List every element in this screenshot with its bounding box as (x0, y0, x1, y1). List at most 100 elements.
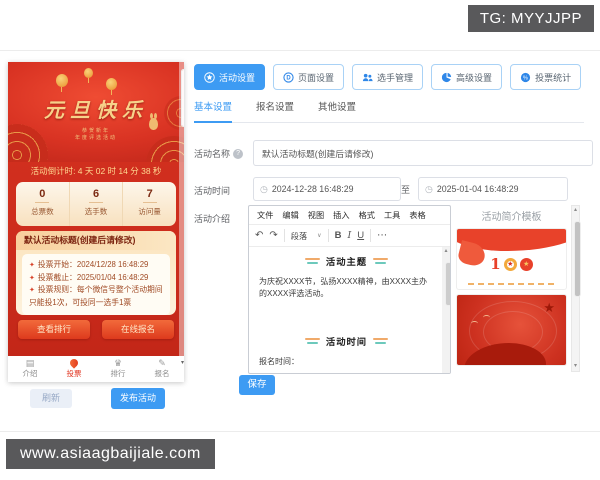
end-time-value: 2025-01-04 16:48:29 (436, 184, 519, 194)
menu-view[interactable]: 视图 (308, 209, 324, 221)
clock-icon: ◷ (260, 183, 268, 194)
more-tools-button[interactable]: ⋯ (377, 230, 387, 241)
nav-vote-label: 投票 (66, 369, 82, 379)
template-scrollbar-thumb[interactable] (575, 222, 580, 296)
sparkle-icon: ✦ (29, 262, 35, 269)
content-heading-time: 活动时间 (259, 334, 434, 348)
menu-tools[interactable]: 工具 (384, 209, 400, 221)
refresh-button[interactable]: 刷新 (30, 389, 72, 408)
editor-scrollbar-thumb[interactable] (445, 263, 450, 305)
vote-rule-label: 投票规则： (37, 285, 77, 295)
template-thumbnail-1[interactable]: 1 ★ ★ (457, 229, 566, 289)
advanced-settings-label: 高级设置 (456, 72, 493, 83)
menu-table[interactable]: 表格 (409, 209, 425, 221)
online-signup-button[interactable]: 在线报名 (102, 319, 174, 339)
nav-ranking[interactable]: ♛ 排行 (96, 358, 140, 378)
tab-basic-settings[interactable]: 基本设置 (194, 99, 233, 123)
top-divider (0, 50, 600, 51)
contestant-manage-button[interactable]: 选手管理 (352, 64, 424, 90)
publish-activity-button[interactable]: 发布活动 (111, 388, 165, 409)
rich-text-editor: 文件 编辑 视图 插入 格式 工具 表格 ↶ ↷ 段落 ∨ B I U ⋯ 活动主… (248, 205, 451, 374)
star-disc-icon: ★ (519, 257, 533, 271)
vote-statistics-label: 投票统计 (535, 72, 572, 83)
advanced-settings-button[interactable]: 高级设置 (431, 64, 503, 90)
toolbar-separator (327, 229, 329, 242)
page: TG: MYYJJPP www.asiaagbaijiale.com 元旦快乐 … (0, 0, 600, 480)
menu-edit[interactable]: 编辑 (282, 209, 298, 221)
bold-button[interactable]: B (335, 230, 342, 241)
preview-scrollbar[interactable] (179, 62, 184, 356)
vote-statistics-button[interactable]: % 投票统计 (510, 64, 582, 90)
stat-total-votes: 0 总票数 (16, 182, 69, 226)
page-settings-button[interactable]: D 页面设置 (273, 64, 345, 90)
stat-underline (89, 202, 103, 203)
nav-intro[interactable]: ▤ 介绍 (8, 358, 52, 378)
activity-info-card: 默认活动标题(创建后请修改) ✦ 投票开始：2024/12/28 16:48:29… (16, 231, 176, 315)
scroll-down-arrow-icon[interactable]: ▾ (572, 362, 579, 371)
anniversary-100-graphic: 1 ★ ★ (457, 255, 566, 273)
scroll-up-arrow-icon[interactable]: ▴ (442, 247, 450, 255)
view-ranking-button[interactable]: 查看排行 (18, 319, 90, 339)
content-paragraph: 为庆祝XXXX节，弘扬XXXX精神，由XXXX主办的XXXX评选活动。 (259, 277, 428, 299)
nav-vote[interactable]: 投票 (52, 357, 96, 379)
italic-button[interactable]: I (347, 230, 351, 241)
intro-template-panel: 活动简介模板 1 ★ ★ ★ (455, 205, 568, 372)
editor-content[interactable]: 活动主题 为庆祝XXXX节，弘扬XXXX精神，由XXXX主办的XXXX评选活动。… (249, 247, 450, 373)
settings-toolbar: 活动设置 D 页面设置 选手管理 高级设置 % 投票统计 (194, 64, 582, 90)
activity-name-label-row: 活动名称 ? (194, 147, 244, 160)
editor-scrollbar[interactable]: ▴ (442, 247, 450, 373)
template-panel-title: 活动简介模板 (481, 212, 542, 223)
heading-decor-icon (373, 337, 389, 344)
banner-title: 元旦快乐 (44, 98, 148, 122)
stat-underline (35, 202, 50, 203)
sparkle-icon: ✦ (29, 274, 35, 282)
activity-settings-label: 活动设置 (219, 72, 256, 83)
underline-button[interactable]: U (357, 230, 364, 241)
activity-settings-button[interactable]: 活动设置 (194, 64, 266, 90)
template-thumbnail-2[interactable]: ★ (457, 295, 566, 365)
lantern-icon (106, 78, 117, 95)
redo-icon[interactable]: ↷ (269, 230, 277, 241)
scroll-down-arrow-icon[interactable]: ▾ (181, 359, 184, 366)
menu-file[interactable]: 文件 (257, 209, 273, 221)
activity-time-label: 活动时间 (194, 186, 231, 196)
preview-scrollbar-thumb[interactable] (182, 70, 184, 126)
content-heading-theme: 活动主题 (259, 254, 434, 268)
page-icon: D (283, 71, 294, 83)
preview-bottom-nav: ▤ 介绍 投票 ♛ 排行 ✎ 报名 (8, 356, 184, 382)
editor-menubar: 文件 编辑 视图 插入 格式 工具 表格 (249, 206, 450, 224)
banner-subtitle-line2: 年度评选活动 (74, 135, 117, 141)
paragraph-dropdown[interactable]: 段落 ∨ (291, 230, 322, 242)
end-time-input[interactable]: ◷ 2025-01-04 16:48:29 (418, 177, 568, 201)
activity-intro-label: 活动介绍 (194, 214, 231, 224)
scroll-up-arrow-icon[interactable]: ▴ (572, 206, 579, 215)
vote-info: ✦ 投票开始：2024/12/28 16:48:29 ✦ 投票截止：2025/01/… (22, 254, 170, 315)
start-time-input[interactable]: ◷ 2024-12-28 16:48:29 (253, 177, 401, 201)
banner-subtitle: 恭贺新年 年度评选活动 (8, 128, 184, 142)
undo-icon[interactable]: ↶ (255, 230, 263, 241)
vote-end-label: 投票截止： (37, 272, 77, 282)
help-icon[interactable]: ? (233, 148, 244, 159)
menu-insert[interactable]: 插入 (333, 209, 349, 221)
vote-start-value: 2024/12/28 16:48:29 (76, 260, 149, 269)
nav-signup[interactable]: ✎ 报名 (140, 358, 184, 379)
template-panel-scrollbar[interactable]: ▴ ▾ (571, 205, 580, 372)
tg-watermark-badge: TG: MYYJJPP (467, 5, 594, 32)
stat-label: 总票数 (31, 207, 54, 216)
users-icon (362, 73, 373, 81)
activity-name-input[interactable]: 默认活动标题(创建后请修改) (253, 140, 593, 166)
activity-name-label: 活动名称 (194, 149, 231, 159)
menu-format[interactable]: 格式 (359, 209, 375, 221)
tab-other-settings[interactable]: 其他设置 (318, 99, 356, 122)
tab-signup-settings[interactable]: 报名设置 (256, 99, 294, 122)
vote-rule-line: ✦ 投票规则：每个微信号整个活动期间只能投1次，可投同一选手1票 (29, 284, 163, 309)
svg-text:D: D (286, 75, 291, 81)
heading-theme-text: 活动主题 (325, 257, 368, 267)
editor-toolbar: ↶ ↷ 段落 ∨ B I U ⋯ (249, 224, 450, 247)
pie-chart-icon (441, 72, 452, 82)
url-watermark-badge: www.asiaagbaijiale.com (6, 439, 215, 469)
vote-end-line: ✦ 投票截止：2025/01/04 16:48:29 (29, 272, 163, 285)
time-separator: 至 (401, 185, 411, 195)
save-button[interactable]: 保存 (239, 375, 275, 395)
nav-signup-label: 报名 (154, 369, 170, 379)
